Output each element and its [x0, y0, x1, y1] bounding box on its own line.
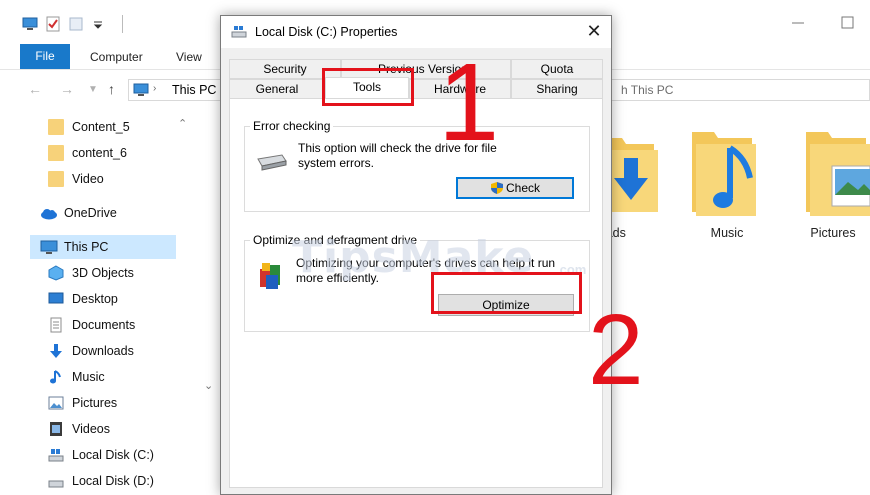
- nav-item-pictures[interactable]: Pictures: [38, 391, 176, 415]
- forward-arrow-icon[interactable]: →: [60, 81, 74, 97]
- nav-item-local-disk-c[interactable]: Local Disk (C:): [38, 443, 176, 467]
- nav-item-label: Videos: [72, 422, 110, 436]
- check-button[interactable]: Check: [456, 177, 574, 199]
- nav-item-label: Local Disk (D:): [72, 474, 154, 488]
- drive-icon: [48, 473, 64, 489]
- folder-label: Pictures: [810, 226, 856, 240]
- drive-icon: [256, 147, 288, 174]
- tab-sharing[interactable]: Sharing: [511, 79, 603, 99]
- nav-item-label: OneDrive: [64, 206, 117, 220]
- step-1-label: 1: [438, 41, 500, 164]
- nav-item-desktop[interactable]: Desktop: [38, 287, 176, 311]
- nav-item-3d-objects[interactable]: 3D Objects: [38, 261, 176, 285]
- videos-icon: [48, 421, 64, 437]
- music-icon: [48, 369, 64, 385]
- computer-icon: [133, 82, 149, 101]
- file-tab[interactable]: File: [20, 44, 70, 69]
- computer-icon: [40, 239, 58, 255]
- tab-view[interactable]: View: [176, 50, 202, 64]
- error-checking-title: Error checking: [250, 119, 334, 133]
- back-arrow-icon[interactable]: ←: [28, 81, 42, 97]
- nav-item-downloads[interactable]: Downloads: [38, 339, 176, 363]
- download-icon: [48, 343, 64, 359]
- scroll-down-icon[interactable]: ⌄: [204, 379, 213, 392]
- nav-item-local-disk-d[interactable]: Local Disk (D:): [38, 469, 176, 493]
- address-bar[interactable]: › This PC: [128, 79, 228, 101]
- chevron-right-icon[interactable]: ›: [153, 83, 156, 94]
- 3d-objects-icon: [48, 265, 64, 281]
- close-icon[interactable]: ✕: [583, 20, 605, 42]
- nav-item-label: Video: [72, 172, 104, 186]
- step-2-label: 2: [588, 294, 644, 406]
- minimize-button[interactable]: [790, 14, 806, 30]
- dialog-title: Local Disk (C:) Properties: [255, 25, 398, 39]
- tab-computer[interactable]: Computer: [90, 50, 143, 64]
- properties-icon[interactable]: [45, 16, 61, 32]
- folder-icon: [48, 145, 64, 161]
- divider: [122, 15, 123, 33]
- drive-icon: [48, 447, 64, 463]
- pictures-folder-icon[interactable]: [804, 128, 870, 218]
- recent-dropdown-icon[interactable]: ▼: [88, 84, 98, 95]
- nav-item-label: Content_5: [72, 120, 130, 134]
- nav-item-label: 3D Objects: [72, 266, 134, 280]
- nav-item-label: Downloads: [72, 344, 134, 358]
- address-text: This PC: [172, 83, 217, 97]
- nav-item-onedrive[interactable]: OneDrive: [30, 201, 168, 225]
- dialog-titlebar: Local Disk (C:) Properties ✕: [221, 16, 611, 48]
- nav-item-music[interactable]: Music: [38, 365, 176, 389]
- quick-access-dropdown-icon[interactable]: [90, 16, 106, 32]
- maximize-button[interactable]: [840, 14, 856, 30]
- nav-item-documents[interactable]: Documents: [38, 313, 176, 337]
- tab-quota[interactable]: Quota: [511, 59, 603, 79]
- nav-item-label: Documents: [72, 318, 136, 332]
- cloud-icon: [40, 205, 57, 221]
- navigation-scrollbar[interactable]: ⌃ ⌄: [175, 113, 213, 495]
- nav-item-this-pc[interactable]: This PC: [30, 235, 176, 259]
- check-button-label: Check: [505, 181, 540, 195]
- drive-icon: [231, 25, 247, 42]
- music-folder-icon[interactable]: [690, 128, 760, 218]
- nav-item-label: Desktop: [72, 292, 118, 306]
- nav-item-content-6[interactable]: content_6: [38, 141, 176, 165]
- nav-item-label: Local Disk (C:): [72, 448, 154, 462]
- tab-general[interactable]: General: [229, 79, 325, 99]
- defragment-icon: [256, 261, 286, 294]
- pictures-icon: [48, 395, 64, 411]
- folder-label: Music: [710, 226, 744, 240]
- new-folder-icon[interactable]: [68, 16, 84, 32]
- nav-item-video[interactable]: Video: [38, 167, 176, 191]
- downloads-folder-icon[interactable]: [604, 128, 664, 218]
- up-arrow-icon[interactable]: ↑: [108, 81, 115, 97]
- folder-icon: [48, 171, 64, 187]
- nav-item-label: Pictures: [72, 396, 118, 410]
- nav-item-videos[interactable]: Videos: [38, 417, 176, 441]
- folder-icon: [48, 119, 64, 135]
- shield-icon: [490, 181, 504, 200]
- computer-icon[interactable]: [22, 16, 38, 32]
- nav-item-content-5[interactable]: Content_5: [38, 115, 176, 139]
- scroll-up-icon[interactable]: ⌃: [178, 117, 187, 130]
- desktop-icon: [48, 291, 64, 307]
- nav-item-label: content_6: [72, 146, 127, 160]
- nav-item-label: Music: [72, 370, 105, 384]
- tools-tab-highlight: [322, 68, 414, 106]
- error-checking-text-line2: system errors.: [298, 156, 375, 170]
- documents-icon: [48, 317, 64, 333]
- search-input[interactable]: h This PC: [608, 79, 870, 101]
- nav-item-label: This PC: [64, 240, 109, 254]
- optimize-button-highlight: [431, 272, 582, 314]
